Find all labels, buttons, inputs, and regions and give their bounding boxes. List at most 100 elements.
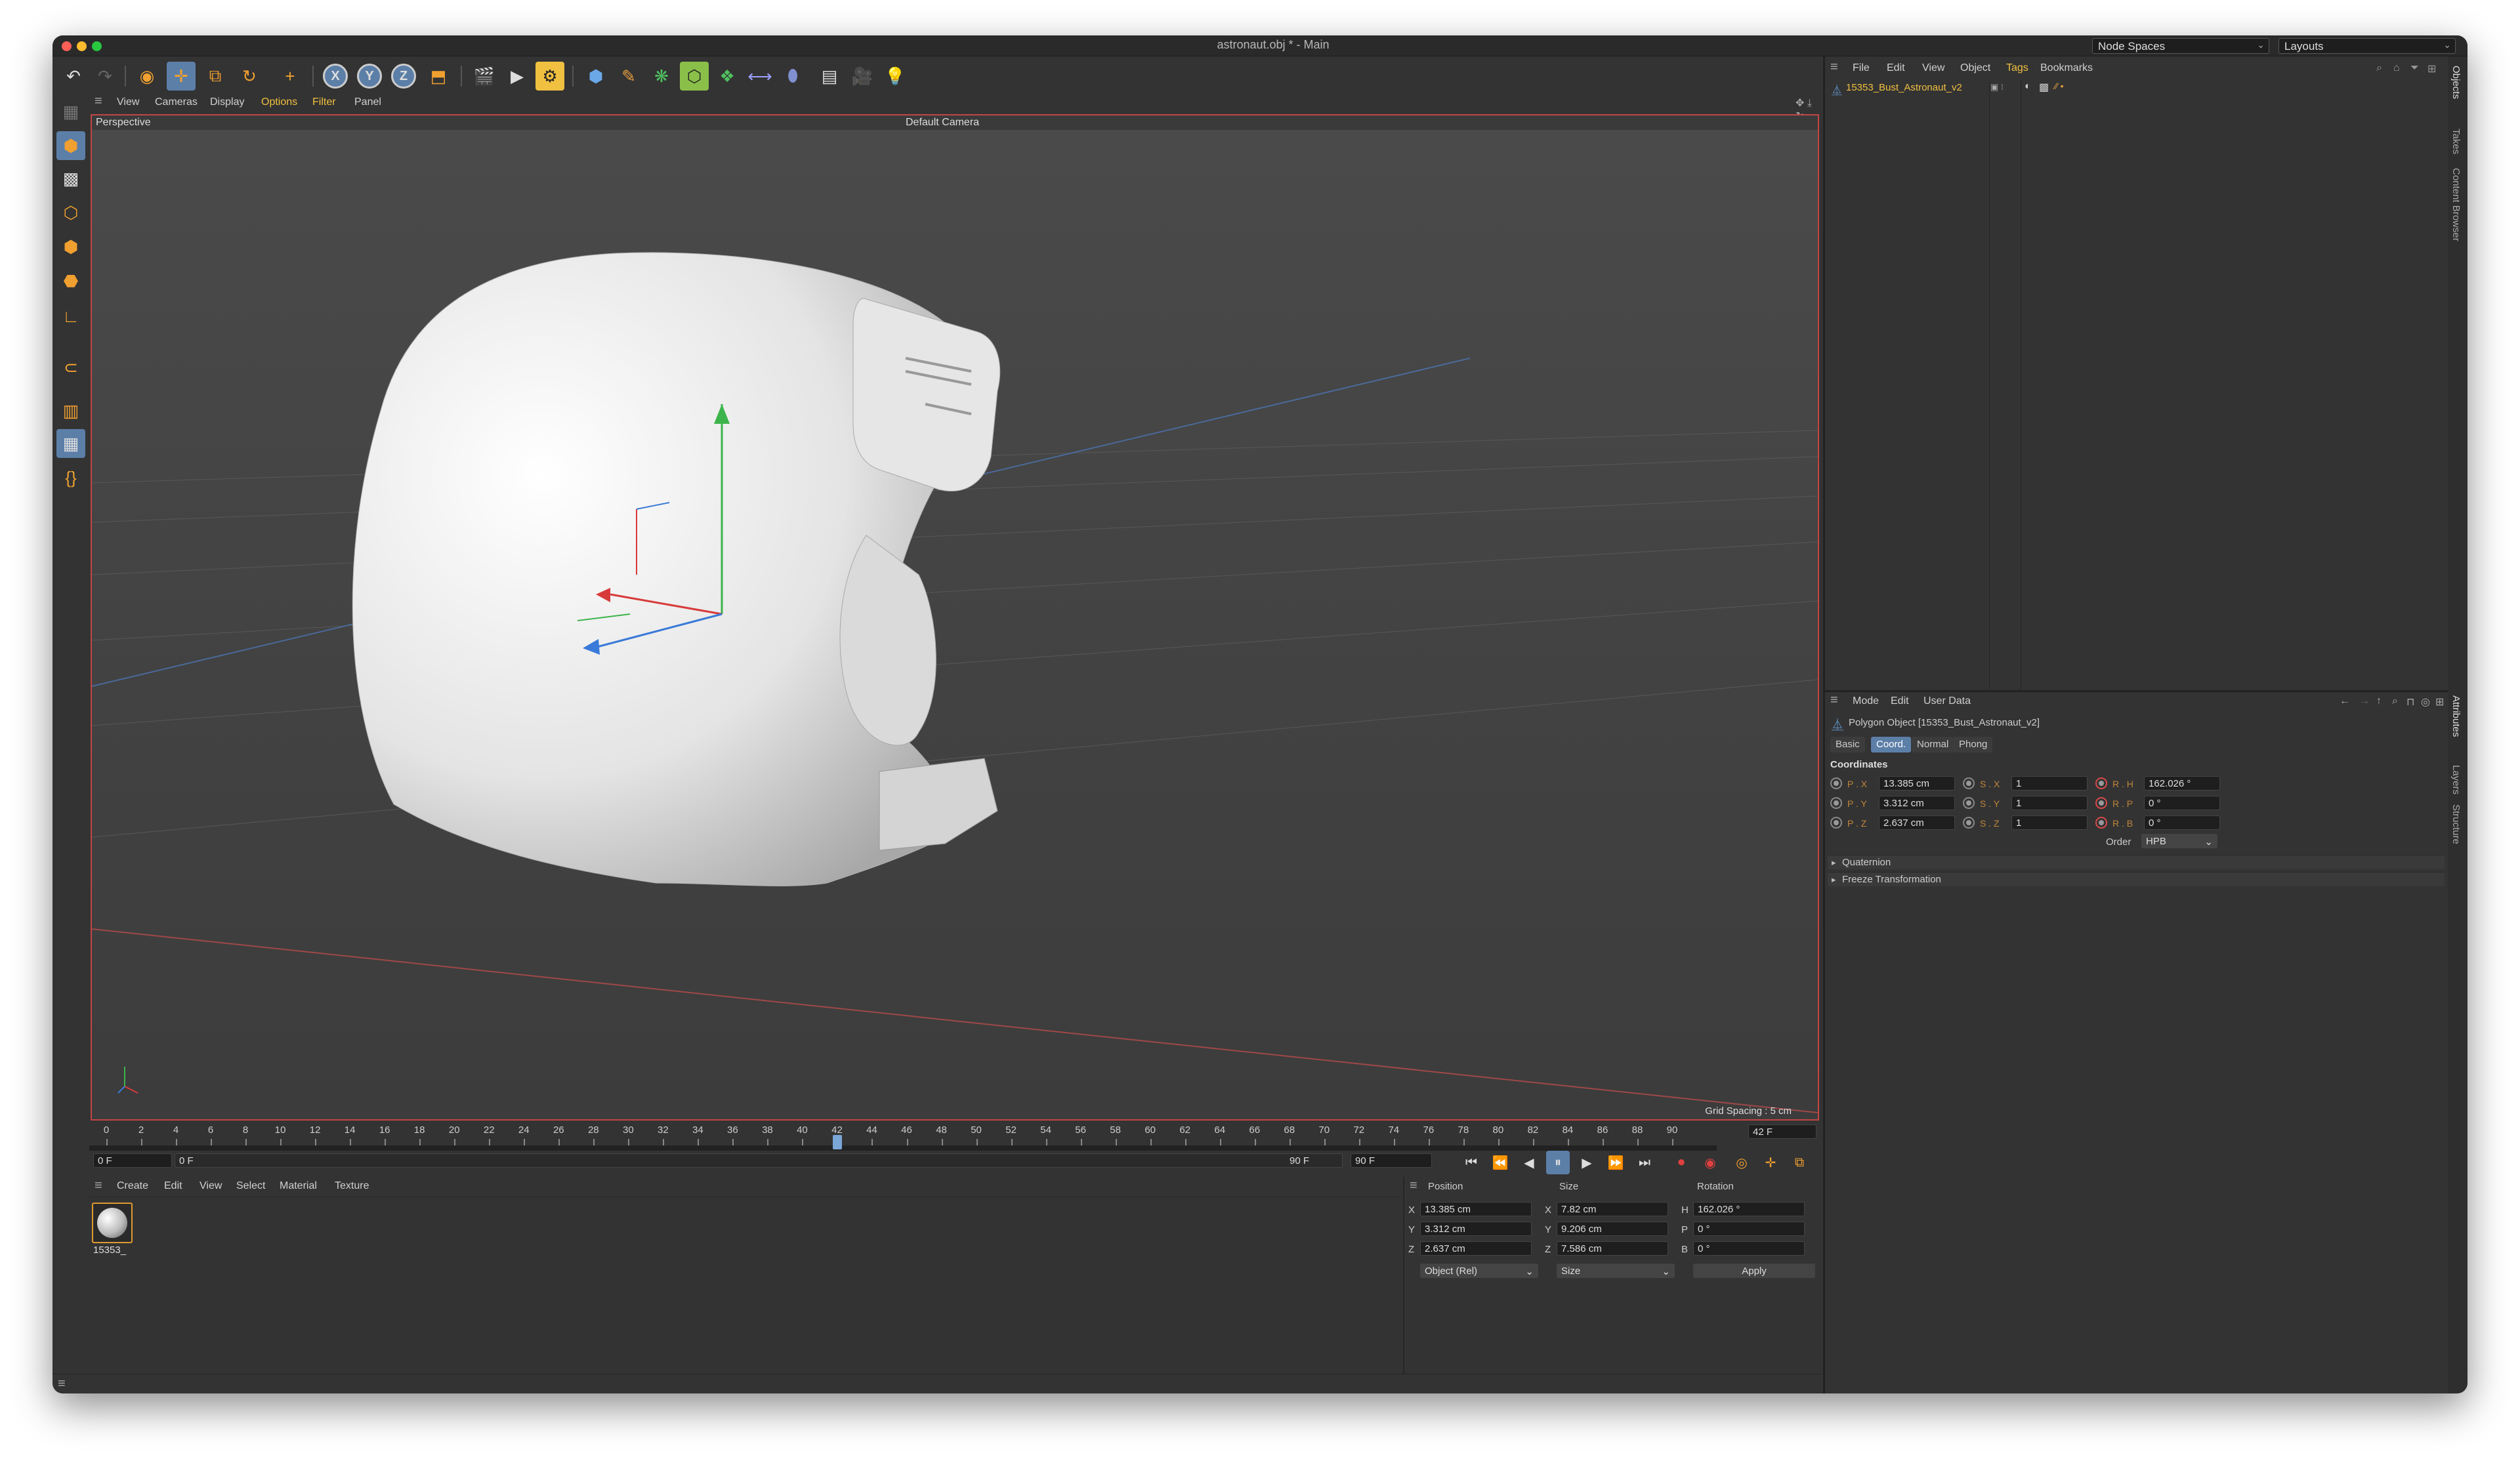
menu-edit[interactable]: Edit — [164, 1180, 182, 1192]
node-spaces-select[interactable]: Node Spaces ⌄ — [2092, 38, 2269, 54]
axis-mode-icon[interactable]: ∟ — [56, 302, 85, 331]
phong-tag-icon[interactable]: ◐ — [2025, 81, 2031, 93]
hamburger-icon[interactable]: ≡ — [94, 1178, 102, 1193]
polygons-mode-icon[interactable]: ⬣ — [56, 266, 85, 295]
animate-radio[interactable] — [1830, 817, 1842, 829]
timeline-ruler[interactable]: 0 2 4 6 8 10 12 14 16 18 20 22 24 26 28 30 32 34 36 38 40 42 4… — [89, 1122, 1717, 1145]
cube-primitive-icon[interactable]: ⬢ — [581, 62, 610, 91]
material-swatch[interactable] — [92, 1203, 133, 1243]
quaternion-group[interactable]: ▸ Quaternion — [1828, 855, 2445, 869]
rotation-b-field[interactable]: 0 ° — [1693, 1241, 1805, 1256]
solo-icon[interactable]: {} — [56, 463, 85, 492]
sy-field[interactable]: 1 — [2011, 796, 2088, 810]
pause-icon[interactable]: ⏸ — [1546, 1151, 1570, 1174]
y-axis-lock-icon[interactable]: Y — [357, 64, 382, 89]
start-frame-field[interactable]: 0 F — [93, 1153, 172, 1168]
points-mode-icon[interactable]: ⬡ — [56, 198, 85, 227]
transform-tool-icon[interactable]: + — [276, 62, 304, 91]
lock-icon[interactable]: ⊓ — [2406, 695, 2414, 709]
render-view-icon[interactable]: 🎬 — [470, 62, 499, 91]
undo-icon[interactable]: ↶ — [59, 62, 88, 91]
object-name[interactable]: 15353_Bust_Astronaut_v2 — [1846, 82, 1962, 93]
menu-material[interactable]: Material — [280, 1180, 317, 1192]
new-window-icon[interactable]: ⊞ — [2435, 695, 2444, 709]
minimize-window-button[interactable] — [77, 41, 87, 51]
menu-mode[interactable]: Mode — [1853, 695, 1879, 707]
3d-viewport[interactable]: Perspective Default Camera Grid Spacing … — [91, 114, 1819, 1121]
rotation-h-field[interactable]: 162.026 ° — [1693, 1202, 1805, 1216]
px-field[interactable]: 13.385 cm — [1879, 776, 1955, 791]
record-keys-icon[interactable]: ⏺ — [1670, 1151, 1693, 1174]
menu-panel[interactable]: Panel — [354, 96, 381, 108]
deformer-icon[interactable]: ⟷ — [746, 62, 774, 91]
tab-normal[interactable]: Normal — [1912, 737, 1954, 752]
keyframe-selection-icon[interactable]: ◎ — [1730, 1151, 1754, 1174]
menu-tags[interactable]: Tags — [2006, 62, 2028, 74]
menu-view[interactable]: View — [1922, 62, 1944, 74]
menu-user-data[interactable]: User Data — [1923, 695, 1971, 707]
hamburger-icon[interactable]: ≡ — [1830, 693, 1838, 708]
forward-arrow-icon[interactable]: → — [2359, 695, 2370, 707]
menu-options[interactable]: Options — [261, 96, 297, 108]
home-icon[interactable]: ⌂ — [2393, 62, 2400, 74]
scale-tool-icon[interactable]: ⧉ — [201, 62, 230, 91]
layouts-select[interactable]: Layouts ⌄ — [2278, 38, 2456, 54]
go-to-start-icon[interactable]: ⏮ — [1460, 1151, 1483, 1174]
position-z-field[interactable]: 2.637 cm — [1420, 1241, 1532, 1256]
scale-key-icon[interactable]: ⧉ — [1788, 1151, 1811, 1174]
move-tool-icon[interactable]: ✛ — [167, 62, 196, 91]
autokey-icon[interactable]: ◉ — [1698, 1151, 1722, 1174]
visibility-toggle-icon[interactable]: ▣ ⁝ — [1990, 82, 2004, 93]
animate-radio[interactable] — [2095, 797, 2107, 809]
coordinate-system-icon[interactable]: ⬒ — [424, 62, 453, 91]
timeline-track[interactable] — [89, 1145, 1717, 1151]
size-mode-select[interactable]: Size ⌄ — [1557, 1264, 1675, 1278]
up-arrow-icon[interactable]: ↑ — [2376, 695, 2382, 707]
go-to-end-icon[interactable]: ⏭ — [1633, 1151, 1656, 1174]
cloner-icon[interactable]: ❖ — [713, 62, 742, 91]
animate-radio[interactable] — [1830, 797, 1842, 809]
menu-edit[interactable]: Edit — [1887, 62, 1905, 74]
field-icon[interactable]: ⬮ — [778, 62, 807, 91]
menu-edit[interactable]: Edit — [1891, 695, 1909, 707]
preview-range-slider[interactable]: 0 F 90 F — [175, 1153, 1343, 1168]
material-label[interactable]: 15353_ — [93, 1245, 126, 1256]
render-settings-icon[interactable]: ⚙ — [536, 62, 564, 91]
floor-icon[interactable]: ▤ — [815, 62, 844, 91]
astronaut-helmet-model[interactable] — [352, 252, 1001, 886]
back-arrow-icon[interactable]: ← — [2340, 695, 2350, 707]
menu-display[interactable]: Display — [210, 96, 244, 108]
side-tab-layers[interactable]: Layers — [2450, 765, 2462, 794]
menu-object[interactable]: Object — [1960, 62, 1990, 74]
apply-button[interactable]: Apply — [1693, 1264, 1815, 1278]
animate-radio[interactable] — [1963, 817, 1975, 829]
search-icon[interactable]: ⌕ — [2376, 62, 2382, 74]
hamburger-icon[interactable]: ≡ — [58, 1376, 66, 1391]
size-z-field[interactable]: 7.586 cm — [1557, 1241, 1668, 1256]
sz-field[interactable]: 1 — [2011, 815, 2088, 830]
filter-icon[interactable]: ⏷ — [2410, 62, 2419, 74]
rotation-order-select[interactable]: HPB ⌄ — [2141, 834, 2217, 848]
rp-field[interactable]: 0 ° — [2144, 796, 2220, 810]
selection-tool-icon[interactable]: ◉ — [133, 62, 161, 91]
position-key-icon[interactable]: ✛ — [1759, 1151, 1782, 1174]
snap-icon[interactable]: ⊂ — [56, 353, 85, 382]
side-tab-attributes[interactable]: Attributes — [2450, 695, 2462, 737]
end-frame-field[interactable]: 90 F — [1351, 1153, 1432, 1168]
animate-radio[interactable] — [2095, 817, 2107, 829]
hamburger-icon[interactable]: ≡ — [94, 94, 102, 109]
prev-key-icon[interactable]: ⏪ — [1488, 1151, 1512, 1174]
next-frame-icon[interactable]: ▶ — [1575, 1151, 1599, 1174]
redo-icon[interactable]: ↷ — [91, 62, 119, 91]
hamburger-icon[interactable]: ≡ — [1830, 60, 1838, 75]
menu-view[interactable]: View — [117, 96, 139, 108]
rh-field[interactable]: 162.026 ° — [2144, 776, 2220, 791]
normal-tag-icon[interactable]: ⁄⁄ • — [2055, 81, 2063, 91]
side-tab-structure[interactable]: Structure — [2450, 804, 2462, 844]
render-picture-viewer-icon[interactable]: ▶ — [503, 62, 532, 91]
light-icon[interactable]: 💡 — [881, 62, 910, 91]
rotation-p-field[interactable]: 0 ° — [1693, 1222, 1805, 1236]
menu-texture[interactable]: Texture — [335, 1180, 369, 1192]
current-frame-field[interactable]: 42 F — [1748, 1124, 1816, 1139]
menu-create[interactable]: Create — [117, 1180, 148, 1192]
